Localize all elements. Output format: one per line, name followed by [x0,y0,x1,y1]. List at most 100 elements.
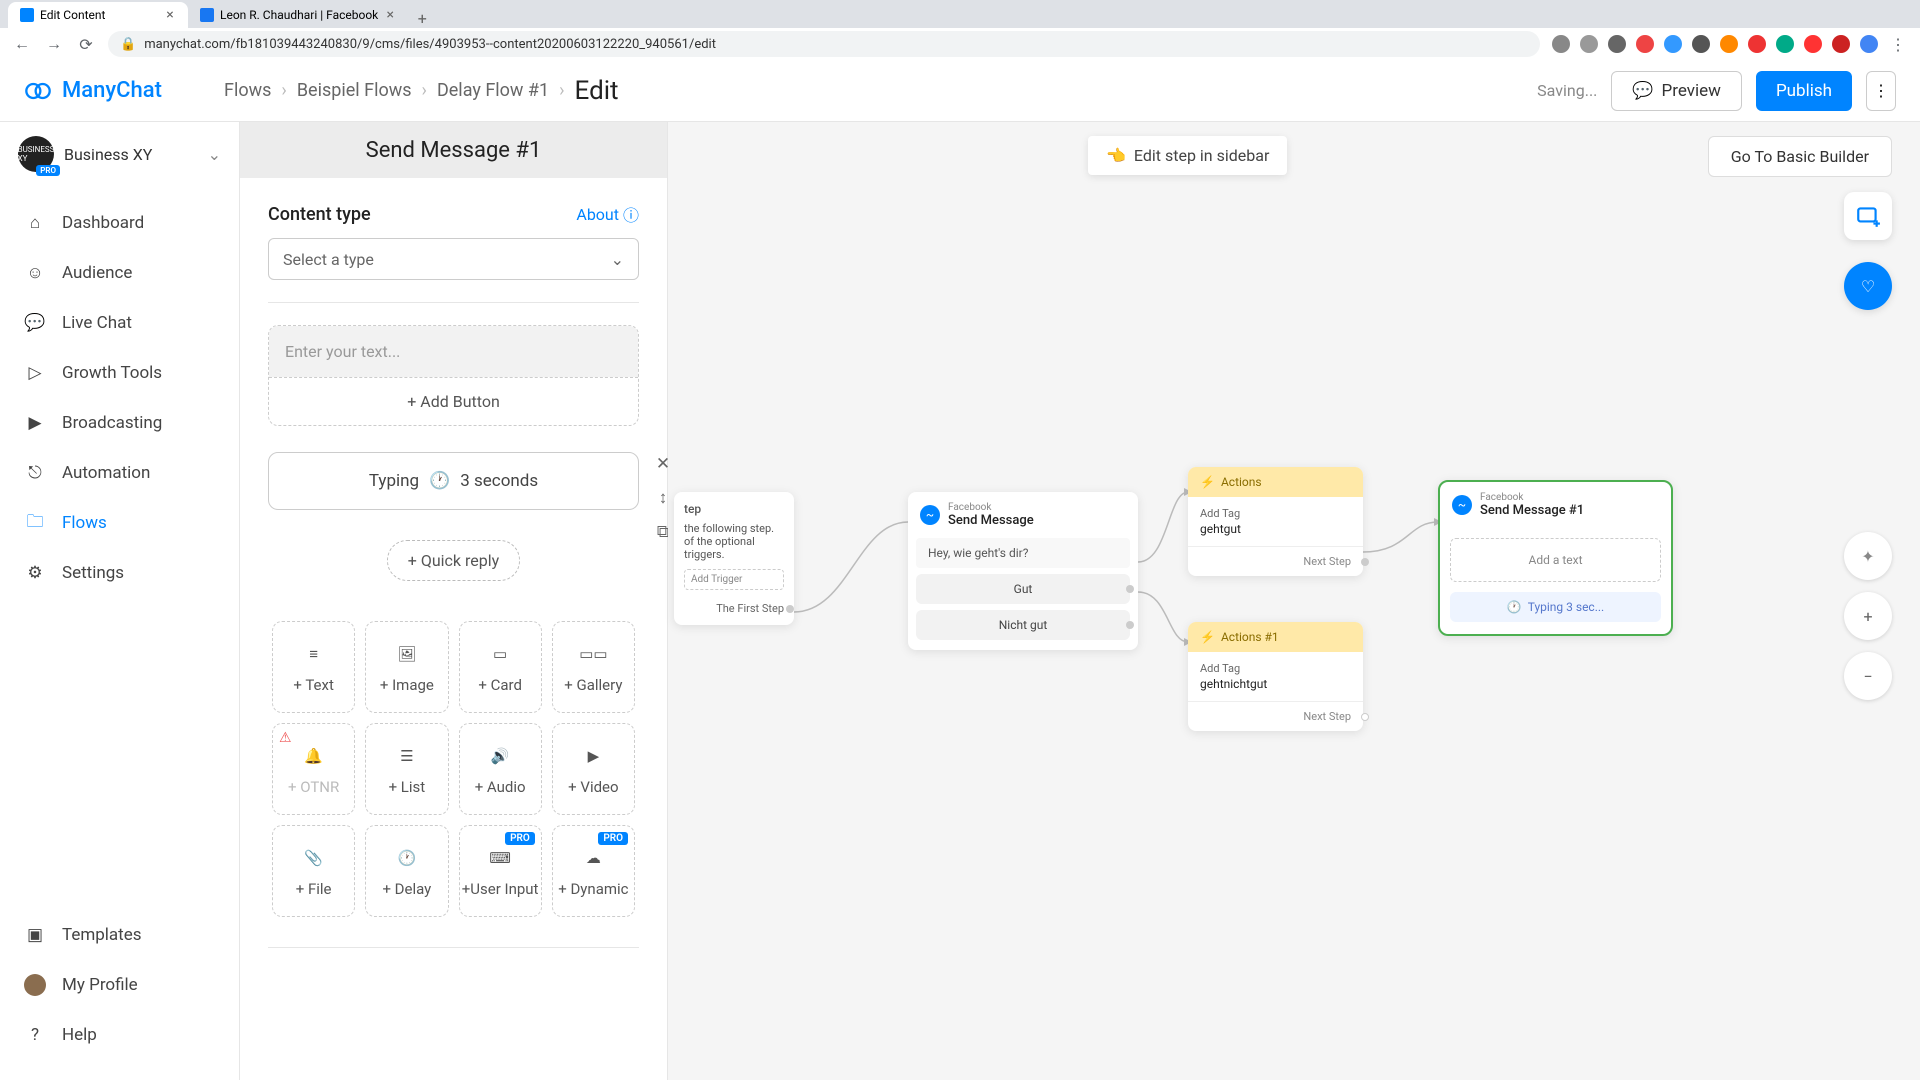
sidebar-item-audience[interactable]: ☺Audience [0,248,239,298]
clock-icon: 🕐 [429,471,450,491]
image-icon: 🖼 [390,640,424,668]
add-text-placeholder[interactable]: Add a text [1450,538,1661,582]
ext-icon[interactable] [1804,35,1822,53]
breadcrumb-item[interactable]: Delay Flow #1 [437,80,549,101]
avatar-icon[interactable] [1860,35,1878,53]
forward-icon[interactable]: → [44,34,64,54]
more-button[interactable]: ⋮ [1866,71,1896,111]
connector-dot[interactable] [786,605,794,613]
about-link[interactable]: Aboutⓘ [576,202,639,226]
add-trigger-button[interactable]: Add Trigger [684,569,784,590]
facebook-icon: ~ [920,505,940,525]
palette-card[interactable]: ▭+ Card [459,621,542,713]
add-step-button[interactable] [1844,192,1892,240]
connector-dot[interactable] [1361,558,1369,566]
next-step[interactable]: Next Step [1188,546,1363,576]
node-title: Send Message [948,513,1034,528]
palette-label: + OTNR [288,778,339,796]
ext-icon[interactable] [1552,35,1570,53]
workspace-avatar-text: BUSINESS XY [18,145,55,163]
option-nicht-gut[interactable]: Nicht gut [916,610,1130,640]
next-step[interactable]: Next Step [1188,701,1363,731]
zoom-out-button[interactable]: − [1844,652,1892,700]
palette-list[interactable]: ☰+ List [365,723,448,815]
connector-dot[interactable] [1126,621,1134,629]
add-button[interactable]: + Add Button [269,377,638,425]
ext-icon[interactable] [1720,35,1738,53]
back-icon[interactable]: ← [12,34,32,54]
sidebar-item-broadcasting[interactable]: ▶Broadcasting [0,398,239,448]
palette-user-input[interactable]: PRO⌨+User Input [459,825,542,917]
ext-icon[interactable] [1608,35,1626,53]
ext-icon[interactable] [1580,35,1598,53]
workspace-switcher[interactable]: BUSINESS XY PRO Business XY ⌄ [0,122,239,186]
ext-icon[interactable] [1748,35,1766,53]
menu-icon[interactable]: ⋮ [1888,34,1908,54]
zoom-in-button[interactable]: + [1844,592,1892,640]
logo[interactable]: ManyChat [24,77,224,105]
pro-badge: PRO [36,165,60,176]
sidebar-item-growth[interactable]: ▷Growth Tools [0,348,239,398]
edit-sidebar-button[interactable]: 👈 Edit step in sidebar [1088,136,1287,175]
sidebar-item-dashboard[interactable]: ⌂Dashboard [0,198,239,248]
typing-block[interactable]: Typing 🕐 3 seconds ✕ ↕ ⧉ [268,452,639,510]
ext-icon[interactable] [1832,35,1850,53]
node-title: Send Message #1 [1480,503,1584,518]
pro-badge: PRO [598,832,628,845]
sidebar-item-help[interactable]: ?Help [0,1010,239,1060]
breadcrumb-item[interactable]: Beispiel Flows [297,80,412,101]
palette-dynamic[interactable]: PRO☁+ Dynamic [552,825,635,917]
ext-icon[interactable] [1664,35,1682,53]
ext-icon[interactable] [1636,35,1654,53]
text-input[interactable]: Enter your text... [269,326,638,377]
basic-builder-button[interactable]: Go To Basic Builder [1708,136,1892,177]
publish-button[interactable]: Publish [1756,71,1852,111]
option-label: Gut [1014,582,1033,596]
node-send-message[interactable]: ~ FacebookSend Message Hey, wie geht's d… [908,492,1138,650]
palette-file[interactable]: 📎+ File [272,825,355,917]
sidebar-item-profile[interactable]: My Profile [0,960,239,1010]
card-icon: ▭ [483,640,517,668]
platform-label: Facebook [948,502,1034,513]
sidebar-item-automation[interactable]: ⎋Automation [0,448,239,498]
flow-canvas[interactable]: 👈 Edit step in sidebar Go To Basic Build… [668,122,1920,1080]
growth-icon: ▷ [24,362,46,384]
quick-reply-button[interactable]: + Quick reply [387,540,520,581]
close-icon[interactable]: × [384,9,396,21]
node-actions[interactable]: ⚡Actions Add Taggehtgut Next Step [1188,467,1363,576]
reload-icon[interactable]: ⟳ [76,34,96,54]
palette-otnr[interactable]: ⚠🔔+ OTNR [272,723,355,815]
palette-delay[interactable]: 🕐+ Delay [365,825,448,917]
auto-arrange-button[interactable]: ✦ [1844,532,1892,580]
preview-button[interactable]: 💬 Preview [1611,71,1742,111]
feedback-button[interactable]: ♡ [1844,262,1892,310]
content-type-select[interactable]: Select a type ⌄ [268,238,639,280]
palette-gallery[interactable]: ▭▭+ Gallery [552,621,635,713]
node-send-message-1[interactable]: ~ FacebookSend Message #1 Add a text 🕐Ty… [1438,480,1673,636]
sidebar-item-settings[interactable]: ⚙Settings [0,548,239,598]
editor-panel: Send Message #1 Content type Aboutⓘ Sele… [240,122,668,1080]
new-tab-button[interactable]: + [408,9,436,28]
node-actions-1[interactable]: ⚡Actions #1 Add Taggehtnichtgut Next Ste… [1188,622,1363,731]
connector-dot[interactable] [1126,585,1134,593]
browser-tab[interactable]: Leon R. Chaudhari | Facebook × [188,2,408,28]
url-input[interactable]: 🔒 manychat.com/fb181039443240830/9/cms/f… [108,31,1540,57]
palette-audio[interactable]: 🔊+ Audio [459,723,542,815]
ext-icon[interactable] [1692,35,1710,53]
chevron-right-icon: › [422,80,427,101]
sidebar-item-livechat[interactable]: 💬Live Chat [0,298,239,348]
close-icon[interactable]: × [164,9,176,21]
connector-dot[interactable] [1361,713,1369,721]
ext-icon[interactable] [1776,35,1794,53]
sidebar-item-flows[interactable]: 🗀Flows [0,498,239,548]
nav-label: Automation [62,463,150,483]
palette-video[interactable]: ▶+ Video [552,723,635,815]
option-gut[interactable]: Gut [916,574,1130,604]
palette-text[interactable]: ≡+ Text [272,621,355,713]
palette-image[interactable]: 🖼+ Image [365,621,448,713]
audio-icon: 🔊 [483,742,517,770]
browser-tab-active[interactable]: Edit Content × [8,2,188,28]
sidebar-item-templates[interactable]: ▣Templates [0,910,239,960]
node-trigger[interactable]: tep the following step. of the optional … [674,492,794,625]
breadcrumb-item[interactable]: Flows [224,80,271,101]
